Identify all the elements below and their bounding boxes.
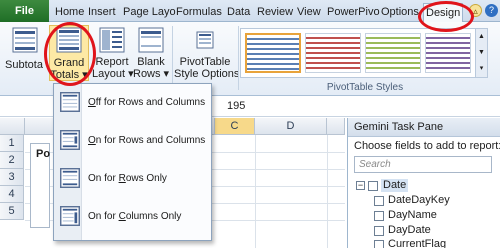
off-rows-columns-icon (60, 92, 80, 112)
formula-value[interactable]: 195 (227, 100, 245, 112)
menu-item-on-columns-only[interactable]: On for Columns Only (56, 200, 210, 238)
tab-formulas[interactable]: Formulas (176, 3, 222, 22)
ribbon-separator (238, 26, 239, 90)
subtotals-icon (12, 27, 38, 53)
pivottable-styles-gallery[interactable]: ▲ ▼ ▾ (240, 28, 488, 78)
tab-review[interactable]: Review (257, 3, 293, 22)
row-header-5[interactable]: 5 (0, 203, 24, 220)
gemini-task-pane: Gemini Task Pane Choose fields to add to… (347, 118, 500, 248)
gallery-scroll-up-icon[interactable]: ▲ (475, 29, 487, 45)
field-daydate[interactable]: DayDate (388, 224, 431, 237)
field-search-input[interactable]: Search (354, 156, 492, 173)
column-header-d[interactable]: D (255, 118, 327, 135)
field-datedaykey[interactable]: DateDayKey (388, 194, 450, 207)
menu-item-on-rows-only[interactable]: On for Rows Only (56, 162, 210, 200)
table-name-date[interactable]: Date (381, 179, 409, 192)
style-options-label-line1: PivotTable (179, 56, 231, 68)
highlight-ellipse-design-tab (418, 1, 474, 32)
pivot-field-list-box[interactable]: Po (30, 143, 50, 228)
field-checkbox[interactable] (374, 211, 384, 221)
field-checkbox[interactable] (374, 196, 384, 206)
report-layout-label-line1: Report (95, 56, 129, 68)
gridline (327, 135, 328, 248)
menu-item-label: On for Rows Only (88, 173, 167, 184)
help-icon[interactable]: ? (485, 4, 498, 17)
tab-file[interactable]: File (0, 0, 49, 22)
on-columns-only-icon (60, 206, 80, 226)
task-pane-title: Gemini Task Pane (348, 118, 500, 137)
row-header-3[interactable]: 3 (0, 169, 24, 186)
style-options-label-line2: Style Options ▾ (174, 68, 248, 80)
subtotals-label: Subtota (5, 59, 43, 71)
menu-item-label: Off for Rows and Columns (88, 97, 206, 108)
table-checkbox[interactable] (368, 181, 378, 191)
subtotals-button[interactable]: Subtota (4, 25, 44, 81)
tab-powerpivot[interactable]: PowerPivo (327, 3, 380, 22)
on-rows-columns-icon (60, 130, 80, 150)
gallery-more-icon[interactable]: ▾ (475, 61, 487, 77)
pivot-box-title: Po (36, 148, 51, 160)
pivottable-styles-group-label: PivotTable Styles (326, 82, 404, 93)
highlight-ellipse-grand-totals (44, 22, 96, 86)
tab-data[interactable]: Data (227, 3, 250, 22)
field-checkbox[interactable] (374, 240, 384, 248)
style-swatch-purple[interactable] (425, 33, 471, 73)
select-all-corner[interactable] (0, 118, 25, 135)
menu-item-on-rows-columns[interactable]: On for Rows and Columns (56, 124, 210, 162)
tab-options[interactable]: Options (381, 3, 419, 22)
column-header-c[interactable]: C (215, 118, 255, 135)
field-currentflag[interactable]: CurrentFlag (388, 238, 446, 248)
gallery-scroll-down-icon[interactable]: ▼ (475, 45, 487, 61)
grand-totals-dropdown-menu: Off for Rows and Columns On for Rows and… (53, 83, 212, 241)
row-header-4[interactable]: 4 (0, 186, 24, 203)
task-pane-subtitle: Choose fields to add to report: (354, 140, 500, 152)
style-swatch-red[interactable] (305, 33, 361, 73)
tab-insert[interactable]: Insert (88, 3, 116, 22)
row-header-2[interactable]: 2 (0, 152, 24, 169)
tab-page-layout[interactable]: Page Layo (123, 3, 176, 22)
blank-rows-button[interactable]: Blank Rows ▾ (133, 25, 169, 81)
report-layout-label-line2: Layout ▾ (92, 68, 134, 80)
menu-item-off-rows-columns[interactable]: Off for Rows and Columns (56, 86, 210, 124)
ribbon-separator (172, 26, 173, 90)
report-layout-button[interactable]: Report Layout ▾ (92, 25, 134, 81)
row-header-1[interactable]: 1 (0, 135, 24, 152)
field-checkbox[interactable] (374, 226, 384, 236)
blank-rows-label-line2: Rows ▾ (133, 68, 170, 80)
column-header-e[interactable] (327, 118, 345, 135)
pivottable-style-options-button[interactable]: PivotTable Style Options ▾ (174, 25, 248, 81)
menu-item-label: On for Columns Only (88, 211, 182, 222)
report-layout-icon (99, 27, 125, 53)
style-swatch-selected[interactable] (245, 33, 301, 73)
expand-collapse-icon[interactable]: − (356, 181, 365, 190)
style-swatch-green[interactable] (365, 33, 421, 73)
tab-view[interactable]: View (297, 3, 321, 22)
style-options-icon (196, 31, 214, 49)
field-dayname[interactable]: DayName (388, 209, 437, 222)
blank-rows-label-line1: Blank (137, 56, 165, 68)
on-rows-only-icon (60, 168, 80, 188)
menu-item-label: On for Rows and Columns (88, 135, 206, 146)
tab-home[interactable]: Home (55, 3, 84, 22)
gridline (255, 135, 256, 248)
blank-rows-icon (138, 27, 164, 53)
